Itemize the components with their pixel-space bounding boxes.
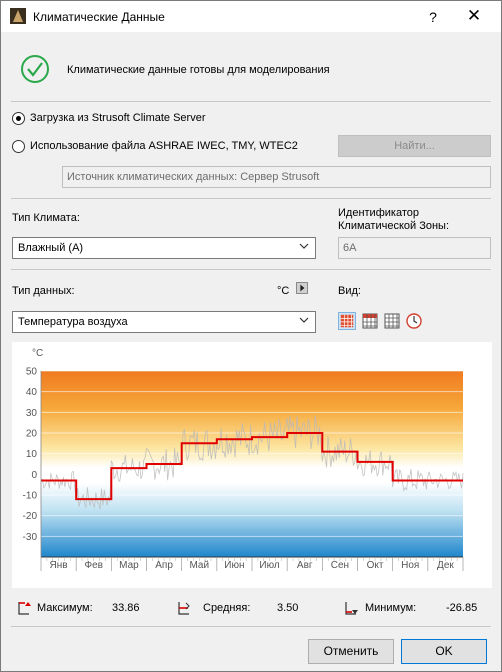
y-tick-label: -30 — [23, 532, 38, 543]
radio-file[interactable] — [12, 140, 25, 153]
cancel-button[interactable]: Отменить — [308, 639, 394, 664]
radio-file-label: Использование файла ASHRAE IWEC, TMY, WT… — [30, 140, 298, 152]
y-tick-label: 30 — [26, 408, 38, 419]
datatype-select[interactable]: Температура воздуха — [12, 311, 316, 333]
separator — [11, 269, 491, 270]
average-icon — [178, 602, 190, 615]
plot-background — [41, 371, 463, 557]
table-red-icon[interactable] — [361, 312, 379, 330]
y-tick-label: -20 — [23, 511, 38, 522]
window-title: Климатические Данные — [33, 10, 165, 24]
x-tick-label: Ноя — [401, 560, 419, 571]
y-tick-label: 0 — [31, 470, 37, 481]
y-tick-label: 50 — [26, 367, 38, 378]
view-label: Вид: — [338, 285, 361, 297]
help-button[interactable]: ? — [421, 6, 445, 28]
check-circle-icon — [21, 55, 49, 83]
status-message: Климатические данные готовы для моделиро… — [67, 64, 330, 76]
temperature-chart: 50 40 30 20 10 0 -10 -20 -30 °C Янв Фев Мар Апр Май Июн… — [12, 342, 492, 588]
chevron-down-icon — [299, 243, 309, 249]
climate-type-label: Тип Климата: — [12, 212, 80, 224]
y-tick-label: 20 — [26, 429, 38, 440]
temperature-chart-svg: 50 40 30 20 10 0 -10 -20 -30 °C Янв Фев Мар Апр Май Июн… — [23, 348, 464, 571]
zone-label-2: Климатической Зоны: — [338, 220, 449, 232]
x-tick-label: Янв — [50, 560, 68, 571]
min-label: Минимум: — [365, 602, 417, 614]
minimum-icon — [345, 602, 358, 615]
max-value: 33.86 — [112, 602, 140, 614]
x-tick-label: Апр — [155, 560, 173, 571]
zone-label-1: Идентификатор — [338, 207, 419, 219]
max-label: Максимум: — [37, 602, 93, 614]
unit-label: °C — [277, 285, 290, 297]
y-axis-label: °C — [32, 348, 43, 359]
datatype-label: Тип данных: — [12, 285, 75, 297]
ok-button[interactable]: OK — [401, 639, 487, 664]
clock-chart-icon[interactable] — [405, 312, 423, 330]
table-grid-icon[interactable] — [383, 312, 401, 330]
x-tick-label: Окт — [367, 560, 384, 571]
separator — [11, 198, 491, 199]
x-tick-label: Май — [189, 560, 209, 571]
find-button[interactable]: Найти... — [338, 135, 491, 157]
x-tick-label: Сен — [331, 560, 349, 571]
y-tick-label: 10 — [26, 449, 38, 460]
title-bar: Климатические Данные ? ✕ — [1, 1, 501, 32]
separator — [11, 626, 491, 627]
climate-type-select[interactable]: Влажный (A) — [12, 237, 316, 259]
radio-server-label: Загрузка из Strusoft Climate Server — [30, 112, 206, 124]
x-tick-label: Июл — [259, 560, 279, 571]
separator — [11, 101, 491, 102]
min-value: -26.85 — [446, 602, 478, 614]
chevron-down-icon — [299, 317, 309, 323]
source-field: Источник климатических данных: Сервер St… — [62, 166, 491, 188]
zone-field: 6A — [338, 237, 491, 259]
app-icon — [10, 8, 26, 24]
avg-value: 3.50 — [277, 602, 299, 614]
y-tick-label: -10 — [23, 491, 38, 502]
x-tick-label: Авг — [297, 560, 313, 571]
x-tick-label: Июн — [224, 560, 244, 571]
y-tick-label: 40 — [26, 387, 38, 398]
close-button[interactable]: ✕ — [459, 6, 489, 28]
climate-type-value: Влажный (A) — [18, 242, 84, 254]
avg-label: Средняя: — [203, 602, 251, 614]
x-tick-label: Дек — [437, 560, 454, 571]
x-tick-label: Фев — [85, 560, 103, 571]
maximum-icon — [18, 602, 31, 615]
heatmap-grid-icon[interactable] — [338, 312, 356, 330]
x-tick-label: Мар — [119, 560, 139, 571]
climate-data-dialog: Климатические Данные ? ✕ Климатические д… — [0, 0, 502, 672]
play-icon[interactable] — [296, 282, 308, 294]
datatype-value: Температура воздуха — [18, 316, 128, 328]
radio-server[interactable] — [12, 112, 25, 125]
